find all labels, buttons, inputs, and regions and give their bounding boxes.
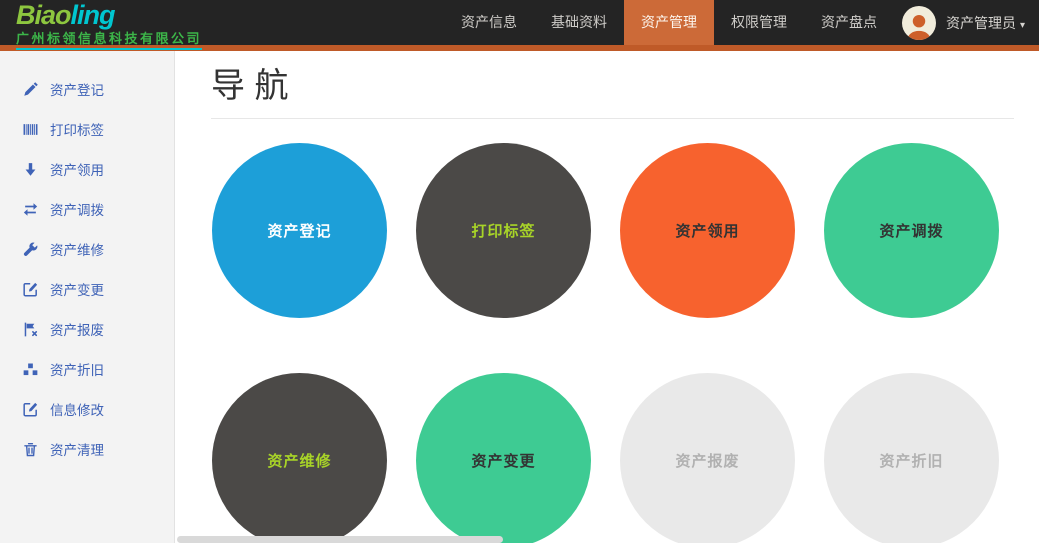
nav-tab[interactable]: 资产管理 <box>624 0 714 45</box>
sidebar-item[interactable]: 资产调拨 <box>0 189 174 229</box>
sidebar-item-label: 资产变更 <box>50 279 104 299</box>
user-avatar[interactable] <box>902 6 936 40</box>
sidebar: 资产登记打印标签资产领用资产调拨资产维修资产变更资产报废资产折旧信息修改资产清理 <box>0 51 175 543</box>
nav-circle[interactable]: 资产变更 <box>416 373 591 543</box>
header-spacer <box>228 0 444 45</box>
arrow-down-icon <box>22 162 39 177</box>
trash-icon <box>22 442 39 457</box>
page-title: 导 航 <box>211 67 1039 106</box>
flag-x-icon <box>22 322 39 337</box>
barcode-icon <box>22 122 39 137</box>
exchange-icon <box>22 202 39 217</box>
nav-tab[interactable]: 资产盘点 <box>804 0 894 45</box>
sidebar-item[interactable]: 资产领用 <box>0 149 174 189</box>
nav-circle[interactable]: 资产折旧 <box>824 373 999 543</box>
nav-circle[interactable]: 资产登记 <box>212 143 387 318</box>
main-content: 导 航 资产登记打印标签资产领用资产调拨资产维修资产变更资产报废资产折旧 <box>175 51 1039 543</box>
sidebar-item[interactable]: 资产折旧 <box>0 349 174 389</box>
horizontal-scrollbar[interactable] <box>177 536 503 543</box>
chevron-down-icon: ▾ <box>1020 20 1025 31</box>
sidebar-item[interactable]: 资产变更 <box>0 269 174 309</box>
sidebar-item[interactable]: 打印标签 <box>0 109 174 149</box>
nav-tab[interactable]: 权限管理 <box>714 0 804 45</box>
sidebar-item-label: 打印标签 <box>50 119 104 139</box>
nav-tab[interactable]: 基础资料 <box>534 0 624 45</box>
sidebar-item-label: 资产维修 <box>50 239 104 259</box>
edit-icon <box>22 402 39 417</box>
brand-company-name: 广州标领信息科技有限公司 <box>16 28 202 50</box>
sidebar-item-label: 资产折旧 <box>50 359 104 379</box>
sidebar-menu: 资产登记打印标签资产领用资产调拨资产维修资产变更资产报废资产折旧信息修改资产清理 <box>0 69 174 469</box>
sidebar-item[interactable]: 信息修改 <box>0 389 174 429</box>
nav-tab[interactable]: 资产信息 <box>444 0 534 45</box>
sidebar-item-label: 资产领用 <box>50 159 104 179</box>
title-divider <box>211 118 1014 119</box>
sidebar-item[interactable]: 资产登记 <box>0 69 174 109</box>
sidebar-item[interactable]: 资产报废 <box>0 309 174 349</box>
nav-circle-grid: 资产登记打印标签资产领用资产调拨资产维修资产变更资产报废资产折旧 <box>212 143 1039 543</box>
user-menu[interactable]: 资产管理员 ▾ <box>946 13 1025 33</box>
sidebar-item[interactable]: 资产维修 <box>0 229 174 269</box>
edit-icon <box>22 282 39 297</box>
cubes-icon <box>22 362 39 377</box>
top-nav: 资产信息基础资料资产管理权限管理资产盘点 <box>444 0 894 45</box>
brand-wordmark-part2: ling <box>71 0 115 30</box>
nav-circle[interactable]: 打印标签 <box>416 143 591 318</box>
brand-wordmark-part1: Biao <box>16 0 71 30</box>
sidebar-item-label: 资产调拨 <box>50 199 104 219</box>
sidebar-item-label: 资产清理 <box>50 439 104 459</box>
pencil-icon <box>22 82 39 97</box>
sidebar-item-label: 资产登记 <box>50 79 104 99</box>
brand-wordmark: Biaoling <box>16 2 228 28</box>
nav-circle[interactable]: 资产维修 <box>212 373 387 543</box>
sidebar-item-label: 资产报废 <box>50 319 104 339</box>
user-area: 资产管理员 ▾ <box>894 0 1039 45</box>
brand-logo[interactable]: Biaoling 广州标领信息科技有限公司 <box>0 0 228 45</box>
sidebar-item-label: 信息修改 <box>50 399 104 419</box>
nav-circle[interactable]: 资产领用 <box>620 143 795 318</box>
wrench-icon <box>22 242 39 257</box>
nav-circle[interactable]: 资产调拨 <box>824 143 999 318</box>
user-name-label: 资产管理员 <box>946 15 1016 31</box>
nav-circle[interactable]: 资产报废 <box>620 373 795 543</box>
sidebar-item[interactable]: 资产清理 <box>0 429 174 469</box>
top-header: Biaoling 广州标领信息科技有限公司 资产信息基础资料资产管理权限管理资产… <box>0 0 1039 51</box>
